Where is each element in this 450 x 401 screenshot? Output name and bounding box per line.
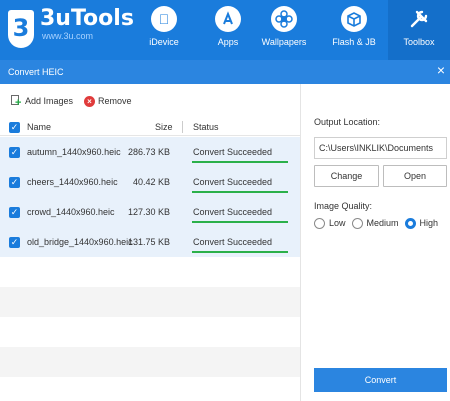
file-status: Convert Succeeded [193, 207, 273, 217]
radio-circle [351, 217, 363, 229]
image-quality-label: Image Quality: [314, 201, 373, 211]
nav-label: Toolbox [403, 37, 435, 47]
remove-icon: × [84, 95, 95, 107]
column-header-size[interactable]: Size [155, 122, 173, 133]
row-checkbox[interactable]: ✓ [9, 177, 20, 188]
logo-glyph: 3 [12, 14, 30, 42]
convert-button[interactable]: Convert [314, 368, 447, 392]
radio-label: Medium [366, 218, 399, 228]
table-row[interactable]: ✓ autumn_1440x960.heic 286.73 KB Convert… [0, 137, 300, 167]
list-toolbar: + Add Images × Remove [0, 84, 300, 118]
column-header-name[interactable]: Name [27, 122, 51, 133]
output-location-field[interactable]: C:\Users\INKLIK\Documents [314, 137, 447, 159]
row-checkbox[interactable]: ✓ [9, 147, 20, 158]
file-name: old_bridge_1440x960.heic [27, 237, 133, 247]
quality-radio-high[interactable]: High [404, 217, 439, 229]
file-status: Convert Succeeded [193, 237, 273, 247]
empty-row [0, 287, 300, 317]
file-size: 286.73 KB [127, 147, 170, 157]
table-row[interactable]: ✓ old_bridge_1440x960.heic 131.75 KB Con… [0, 227, 300, 257]
output-location-label: Output Location: [314, 117, 381, 127]
table-row[interactable]: ✓ cheers_1440x960.heic 40.42 KB Convert … [0, 167, 300, 197]
file-size: 40.42 KB [132, 177, 170, 187]
nav-label: Apps [217, 37, 239, 47]
quality-radio-medium[interactable]: Medium [351, 217, 399, 229]
radio-circle-selected [404, 217, 416, 229]
add-image-icon: + [10, 95, 22, 109]
table-header: ✓ Name Size Status [0, 118, 300, 136]
open-button[interactable]: Open [383, 165, 447, 187]
apple-icon:  [151, 6, 177, 32]
dialog-title-bar: Convert HEIC × [0, 60, 450, 84]
app-subtitle: www.3u.com [42, 31, 94, 41]
status-progress-bar [192, 191, 288, 193]
app-store-icon [215, 6, 241, 32]
change-button[interactable]: Change [314, 165, 379, 187]
file-name: autumn_1440x960.heic [27, 147, 121, 157]
tools-icon [406, 6, 432, 32]
radio-label: Low [329, 218, 346, 228]
status-progress-bar [192, 161, 288, 163]
nav-toolbox[interactable]: Toolbox [388, 0, 450, 60]
top-bar: 3 3uTools www.3u.com  iDevice Apps Wall… [0, 0, 450, 60]
flower-icon [271, 6, 297, 32]
nav-apps[interactable]: Apps [196, 0, 260, 60]
file-name: cheers_1440x960.heic [27, 177, 118, 187]
nav-label: Wallpapers [261, 37, 307, 47]
box-icon [341, 6, 367, 32]
row-checkbox[interactable]: ✓ [9, 237, 20, 248]
nav-flash-jb[interactable]: Flash & JB [322, 0, 386, 60]
add-images-label: Add Images [25, 96, 74, 106]
file-name: crowd_1440x960.heic [27, 207, 115, 217]
file-status: Convert Succeeded [193, 147, 273, 157]
nav-wallpapers[interactable]: Wallpapers [252, 0, 316, 60]
image-quality-radio-group: Low Medium High [314, 216, 444, 230]
file-size: 127.30 KB [127, 207, 170, 217]
select-all-checkbox[interactable]: ✓ [9, 122, 20, 133]
file-list-pane: + Add Images × Remove ✓ Name Size Status… [0, 84, 300, 401]
app-title: 3uTools [40, 6, 134, 31]
row-checkbox[interactable]: ✓ [9, 207, 20, 218]
radio-label: High [419, 218, 439, 228]
status-progress-bar [192, 251, 288, 253]
add-images-button[interactable]: + Add Images [10, 94, 74, 109]
remove-button[interactable]: × Remove [84, 94, 132, 108]
status-progress-bar [192, 221, 288, 223]
file-size: 131.75 KB [127, 237, 170, 247]
remove-label: Remove [98, 96, 132, 106]
dialog-title: Convert HEIC [8, 67, 64, 77]
empty-row [0, 347, 300, 377]
table-row[interactable]: ✓ crowd_1440x960.heic 127.30 KB Convert … [0, 197, 300, 227]
nav-label: iDevice [149, 37, 179, 47]
quality-radio-low[interactable]: Low [314, 217, 346, 229]
nav-label: Flash & JB [332, 37, 376, 47]
close-icon[interactable]: × [437, 62, 445, 78]
settings-pane: Output Location: C:\Users\INKLIK\Documen… [301, 84, 450, 401]
radio-circle [314, 217, 325, 229]
file-status: Convert Succeeded [193, 177, 273, 187]
nav-idevice[interactable]:  iDevice [132, 0, 196, 60]
column-header-status[interactable]: Status [193, 122, 219, 133]
logo-icon: 3 [8, 10, 34, 48]
column-divider [182, 121, 183, 133]
